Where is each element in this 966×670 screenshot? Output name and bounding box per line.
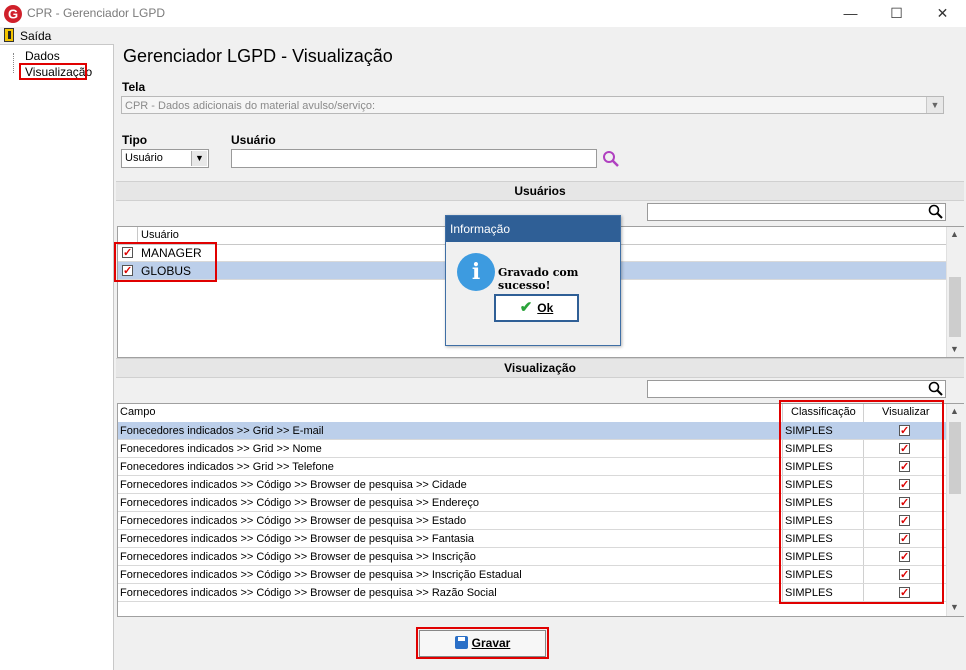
scroll-down-icon[interactable]: ▼ — [950, 602, 959, 612]
scroll-thumb[interactable] — [949, 422, 961, 494]
search-icon[interactable] — [928, 204, 944, 220]
users-scrollbar[interactable]: ▲ ▼ — [946, 227, 964, 357]
campo-column-header: Campo — [120, 406, 156, 418]
search-icon[interactable] — [928, 381, 944, 397]
tela-select-value: CPR - Dados adicionais do material avuls… — [125, 100, 376, 112]
minimize-button[interactable]: — — [828, 0, 873, 27]
highlight-box-users — [114, 242, 217, 282]
vis-scrollbar[interactable]: ▲ ▼ — [946, 404, 964, 616]
tree-item-dados[interactable]: Dados — [25, 49, 60, 63]
campo-cell: Fornecedores indicados >> Código >> Brow… — [120, 515, 467, 527]
scroll-up-icon[interactable]: ▲ — [950, 406, 959, 416]
search-icon[interactable] — [601, 150, 621, 168]
users-filter-input[interactable] — [647, 203, 946, 221]
maximize-button[interactable]: ☐ — [874, 0, 919, 27]
usuario-label: Usuário — [231, 133, 276, 147]
chevron-down-icon[interactable]: ▼ — [926, 97, 943, 113]
tipo-select[interactable]: Usuário ▼ — [121, 149, 209, 168]
page-title: Gerenciador LGPD - Visualização — [123, 46, 393, 66]
highlight-box-tree — [19, 63, 87, 80]
info-dialog: Informação i Gravado com sucesso! ✔ Ok — [445, 215, 621, 346]
campo-cell: Fornecedores indicados >> Código >> Brow… — [120, 569, 522, 581]
svg-text:G: G — [8, 7, 18, 22]
app-logo-icon: G — [3, 4, 23, 24]
tela-select[interactable]: CPR - Dados adicionais do material avuls… — [121, 96, 944, 114]
campo-cell: Fornecedores indicados >> Código >> Brow… — [120, 587, 497, 599]
highlight-box-visualizacao — [779, 400, 944, 604]
campo-cell: Fonecedores indicados >> Grid >> Nome — [120, 443, 322, 455]
highlight-box-gravar — [416, 627, 549, 659]
scroll-thumb[interactable] — [949, 277, 961, 337]
users-section-header: Usuários — [116, 181, 964, 201]
ok-button-label: Ok — [537, 301, 554, 315]
navigation-tree — [0, 44, 114, 670]
vis-section-header: Visualização — [116, 358, 964, 378]
campo-cell: Fonecedores indicados >> Grid >> Telefon… — [120, 461, 334, 473]
info-icon: i — [457, 253, 495, 291]
window-title: CPR - Gerenciador LGPD — [27, 6, 166, 20]
chevron-down-icon[interactable]: ▼ — [191, 151, 207, 166]
users-column-header: Usuário — [141, 229, 179, 241]
ok-button[interactable]: ✔ Ok — [494, 294, 579, 322]
campo-cell: Fonecedores indicados >> Grid >> E-mail — [120, 425, 324, 437]
close-button[interactable]: ✕ — [920, 0, 965, 27]
menu-bar — [0, 27, 966, 44]
vis-filter-input[interactable] — [647, 380, 946, 398]
dialog-title: Informação — [446, 216, 620, 242]
usuario-input[interactable] — [231, 149, 597, 168]
scroll-up-icon[interactable]: ▲ — [950, 229, 959, 239]
tela-label: Tela — [122, 80, 146, 94]
campo-cell: Fornecedores indicados >> Código >> Brow… — [120, 551, 476, 563]
campo-cell: Fornecedores indicados >> Código >> Brow… — [120, 479, 467, 491]
campo-cell: Fornecedores indicados >> Código >> Brow… — [120, 533, 475, 545]
checkmark-icon: ✔ — [519, 299, 533, 316]
menu-item-saida[interactable]: Saída — [20, 29, 51, 43]
scroll-down-icon[interactable]: ▼ — [950, 344, 959, 354]
campo-cell: Fornecedores indicados >> Código >> Brow… — [120, 497, 479, 509]
tipo-select-value: Usuário — [125, 152, 163, 164]
exit-door-icon[interactable] — [4, 28, 14, 42]
dialog-message: Gravado com sucesso! — [498, 266, 579, 292]
tipo-label: Tipo — [122, 133, 148, 147]
